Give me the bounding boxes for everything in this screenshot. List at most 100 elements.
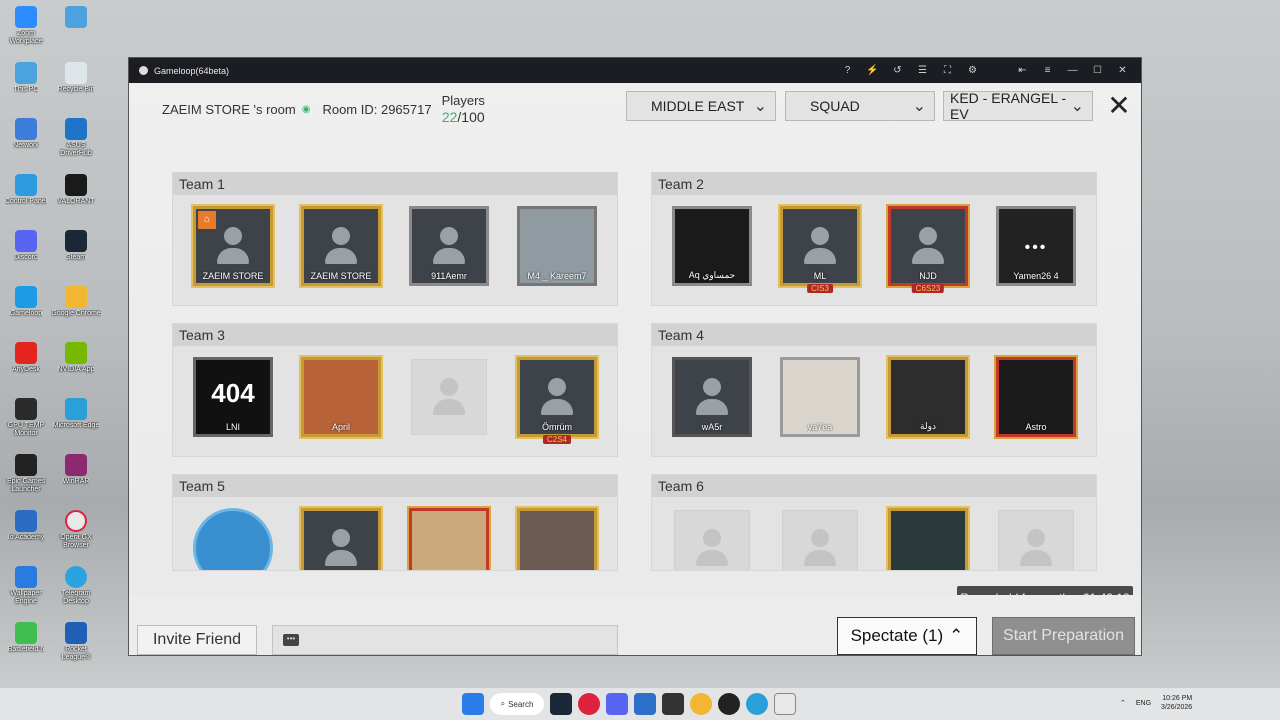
desktop-icon-telegram[interactable]: Telegram Desktop xyxy=(50,564,102,620)
discord-taskbar-icon[interactable] xyxy=(606,693,628,715)
desktop-icon-this-pc[interactable]: This PC xyxy=(0,60,52,116)
language-indicator[interactable]: ENG xyxy=(1136,700,1151,707)
player-slot[interactable]: NJD C6S23 xyxy=(886,203,970,293)
window-titlebar[interactable]: Gameloop(64beta) ? ⚡ ↺ ☰ ⛶ ⚙ ⇤ ≡ — ☐ ✕ xyxy=(129,58,1141,83)
edge-taskbar-icon[interactable] xyxy=(746,693,768,715)
list-icon[interactable]: ☰ xyxy=(910,65,935,76)
refresh-icon[interactable]: ↺ xyxy=(885,65,910,76)
empty-avatar xyxy=(998,510,1074,570)
player-slot[interactable] xyxy=(299,505,383,570)
team-card-3: Team 3 404 LNI April Ömrüm C2S4 xyxy=(172,323,618,457)
player-slot[interactable]: April xyxy=(299,354,383,440)
empty-avatar xyxy=(782,510,858,570)
shield-taskbar-icon[interactable] xyxy=(634,693,656,715)
wallpaper-engine-icon xyxy=(15,566,37,588)
region-select[interactable]: MIDDLE EAST ⌄ xyxy=(626,91,776,121)
chrome-taskbar-icon[interactable] xyxy=(690,693,712,715)
system-tray: ⌃ ENG 10:26 PM 3/26/2026 xyxy=(1120,694,1192,712)
team-card-1: Team 1 ⌂ ZAEIM STORE ZAEIM STORE 911Aemr … xyxy=(172,172,618,306)
clock[interactable]: 10:26 PM 3/26/2026 xyxy=(1161,694,1192,712)
opera-gx-taskbar-icon[interactable] xyxy=(578,693,600,715)
desktop-icon-nvidia[interactable]: NVIDIA App xyxy=(50,340,102,396)
desktop-icon-epic[interactable]: Epic Games Launcher xyxy=(0,452,52,508)
close-window-button[interactable]: ✕ xyxy=(1110,65,1135,76)
desktop-icon-blank[interactable] xyxy=(50,4,102,60)
desktop-icon-valorant[interactable]: VALORANT xyxy=(50,172,102,228)
player-slot[interactable] xyxy=(191,505,275,570)
boost-icon[interactable]: ⚡ xyxy=(860,65,885,76)
help-icon[interactable]: ? xyxy=(835,65,860,76)
desktop-icon-winrar[interactable]: WinRAR xyxy=(50,452,102,508)
empty-slot[interactable] xyxy=(407,354,491,440)
obs-taskbar-icon[interactable] xyxy=(718,693,740,715)
chat-input[interactable]: ••• xyxy=(272,625,618,655)
desktop-icon-network[interactable]: Network xyxy=(0,116,52,172)
fullscreen-icon[interactable]: ⛶ xyxy=(935,65,960,76)
spectate-button[interactable]: Spectate (1) ⌃ xyxy=(837,617,977,655)
desktop-icon-recycle-bin[interactable]: Recycle Bin xyxy=(50,60,102,116)
desktop-icon-gameloop[interactable]: Gameloop xyxy=(0,284,52,340)
region-value: MIDDLE EAST xyxy=(651,98,745,114)
invite-friend-button[interactable]: Invite Friend xyxy=(137,625,257,655)
desktop-icon-control-panel[interactable]: Control Panel xyxy=(0,172,52,228)
player-slot[interactable]: ••• Yamen26 4 xyxy=(994,203,1078,289)
player-name: LNI xyxy=(225,422,240,432)
player-slot[interactable]: wA5r xyxy=(670,354,754,440)
player-slot[interactable]: 404 LNI xyxy=(191,354,275,440)
nvidia-icon xyxy=(65,342,87,364)
avatar: ZAEIM STORE xyxy=(301,206,381,286)
menu-icon[interactable]: ≡ xyxy=(1035,65,1060,76)
minimize-button[interactable]: — xyxy=(1060,65,1085,76)
empty-slot[interactable] xyxy=(778,505,862,570)
player-slot[interactable]: Astro xyxy=(994,354,1078,440)
gameloop-taskbar-icon[interactable] xyxy=(774,693,796,715)
steam-taskbar-icon[interactable] xyxy=(550,693,572,715)
player-slot[interactable]: ⌂ ZAEIM STORE xyxy=(191,203,275,289)
player-slot[interactable] xyxy=(886,505,970,570)
close-room-button[interactable]: ✕ xyxy=(1104,91,1134,121)
maximize-button[interactable]: ☐ xyxy=(1085,65,1110,76)
desktop-icon-zoom[interactable]: Zoom Workplace xyxy=(0,4,52,60)
player-slot[interactable]: Ömrüm C2S4 xyxy=(515,354,599,444)
start-preparation-button[interactable]: Start Preparation xyxy=(992,617,1135,655)
player-slot[interactable]: ML CIS3 xyxy=(778,203,862,293)
team-card-5: Team 5 xyxy=(172,474,618,571)
player-slot[interactable]: 911Aemr xyxy=(407,203,491,289)
player-slot[interactable]: دولة xyxy=(886,354,970,440)
empty-slot[interactable] xyxy=(994,505,1078,570)
avatar-placeholder-icon xyxy=(804,529,836,569)
pin-icon[interactable]: ⇤ xyxy=(1010,65,1035,76)
desktop-icon-gpu-temp[interactable]: GPU TEMP Monitor xyxy=(0,396,52,452)
wifi-icon: ◉ xyxy=(301,103,311,115)
desktop-icon-discord[interactable]: Discord xyxy=(0,228,52,284)
desktop-icon-wallpaper-engine[interactable]: Wallpaper Engine xyxy=(0,564,52,620)
chevron-down-icon: ⌄ xyxy=(912,98,926,115)
player-slot[interactable]: ZAEIM STORE xyxy=(299,203,383,289)
tray-chevron-icon[interactable]: ⌃ xyxy=(1120,699,1126,707)
player-slot[interactable] xyxy=(407,505,491,570)
desktop-icon-opera-gx[interactable]: Opera GX Browser xyxy=(50,508,102,564)
desktop-icon-anydesk[interactable]: AnyDesk xyxy=(0,340,52,396)
players-label: Players xyxy=(441,93,485,108)
player-name: Aq حمساوي xyxy=(688,270,736,280)
chevron-up-icon: ⌃ xyxy=(949,626,964,645)
map-select[interactable]: KED - ERANGEL - EV ⌄ xyxy=(943,90,1093,122)
desktop-icon-battlefield[interactable]: Battlefield 6 xyxy=(0,620,52,676)
w-app-taskbar-icon[interactable] xyxy=(662,693,684,715)
desktop-icon-edge[interactable]: Microsoft Edge xyxy=(50,396,102,452)
player-slot[interactable] xyxy=(515,505,599,570)
player-slot[interactable]: Aq حمساوي xyxy=(670,203,754,289)
desktop-icon-rocket-league[interactable]: Rocket League® xyxy=(50,620,102,676)
desktop-icon-chrome[interactable]: Google Chrome xyxy=(50,284,102,340)
settings-icon[interactable]: ⚙ xyxy=(960,65,985,76)
player-name: Astro xyxy=(1025,422,1047,432)
player-slot[interactable]: ya7ea xyxy=(778,354,862,440)
desktop-icon-steam[interactable]: Steam xyxy=(50,228,102,284)
player-slot[interactable]: M4 _ Kareem7 xyxy=(515,203,599,289)
desktop-icon-io-academy[interactable]: Io Academy xyxy=(0,508,52,564)
mode-select[interactable]: SQUAD ⌄ xyxy=(785,91,935,121)
windows-start-icon[interactable] xyxy=(462,693,484,715)
taskbar-search[interactable]: ⌕ Search xyxy=(490,693,544,715)
empty-slot[interactable] xyxy=(670,505,754,570)
desktop-icon-asus[interactable]: ASUS DriverHub xyxy=(50,116,102,172)
